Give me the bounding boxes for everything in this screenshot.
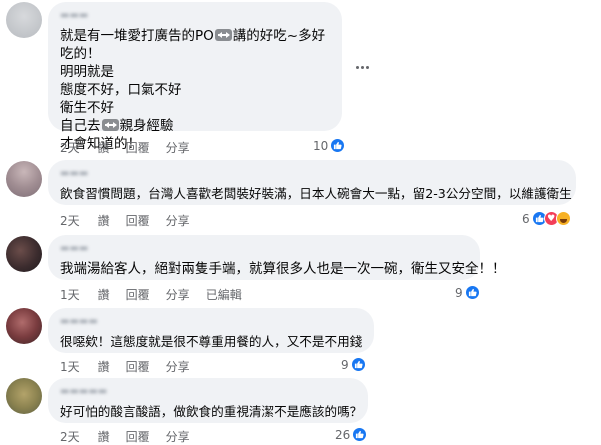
avatar[interactable] [6, 378, 42, 414]
like-reaction-icon [350, 357, 366, 372]
reaction-summary[interactable]: 10 [313, 138, 346, 153]
avatar[interactable] [6, 2, 42, 38]
avatar[interactable] [6, 236, 42, 272]
reply-button[interactable]: 回覆 [126, 358, 150, 375]
comment-text: 很噁欸！這態度就是很不尊重用餐的人，又不是不用錢 [60, 334, 363, 349]
reaction-count: 9 [341, 357, 349, 372]
author-name-blurred[interactable]: ▬▬▬ [60, 10, 330, 24]
author-name-blurred[interactable]: ▬▬▬ [60, 243, 468, 257]
timestamp[interactable]: 2天 [60, 428, 80, 445]
link-icon [101, 119, 119, 131]
reaction-count: 9 [455, 285, 463, 300]
like-button[interactable]: 讚 [98, 139, 110, 156]
reaction-summary[interactable]: 9 [341, 357, 366, 372]
like-reaction-icon [330, 138, 346, 153]
timestamp[interactable]: 1天 [60, 286, 80, 303]
timestamp[interactable]: 1天 [60, 358, 80, 375]
like-button[interactable]: 讚 [98, 358, 110, 375]
comment-text: 飲食習慣問題，台灣人喜歡老闆裝好裝滿，日本人碗會大一點，留2-3公分空間，以維護… [60, 186, 572, 201]
comment-bubble: ▬▬▬▬ 很噁欸！這態度就是很不尊重用餐的人，又不是不用錢 [48, 308, 374, 353]
share-button[interactable]: 分享 [166, 212, 190, 229]
like-button[interactable]: 讚 [98, 212, 110, 229]
reply-button[interactable]: 回覆 [126, 428, 150, 445]
reaction-count: 10 [313, 138, 329, 153]
timestamp[interactable]: 2天 [60, 139, 80, 156]
like-button[interactable]: 讚 [98, 286, 110, 303]
comment-bubble: ▬▬▬ 就是有一堆愛打廣告的PO 講的好吃~多好吃的！ 明明就是 態度不好，口氣不… [48, 2, 342, 152]
comment-text: 就是有一堆愛打廣告的PO 講的好吃~多好吃的！ 明明就是 態度不好，口氣不好 衛生… [60, 28, 326, 152]
comment-actions: 1天 讚 回覆 分享 [60, 358, 206, 375]
comment-text: 我端湯給客人，絕對兩隻手端，就算很多人也是一次一碗，衛生又安全！！ [60, 261, 506, 277]
like-reaction-icon [464, 285, 480, 300]
avatar[interactable] [6, 308, 42, 344]
comment-actions: 1天 讚 回覆 分享 已編輯 [60, 286, 258, 303]
like-button[interactable]: 讚 [98, 428, 110, 445]
share-button[interactable]: 分享 [166, 286, 190, 303]
reaction-summary[interactable]: 9 [455, 285, 480, 300]
edited-label: 已編輯 [205, 288, 242, 302]
timestamp[interactable]: 2天 [60, 212, 80, 229]
author-name-blurred[interactable]: ▬▬▬ [60, 168, 564, 182]
reaction-count: 26 [335, 427, 351, 442]
reaction-count: 6 [522, 211, 530, 226]
reaction-summary[interactable]: 6 ♥ [522, 211, 571, 226]
like-reaction-icon [352, 427, 368, 442]
share-button[interactable]: 分享 [166, 139, 190, 156]
comment-actions: 2天 讚 回覆 分享 [60, 428, 206, 445]
comment-bubble: ▬▬▬ 飲食習慣問題，台灣人喜歡老闆裝好裝滿，日本人碗會大一點，留2-3公分空間… [48, 160, 576, 205]
share-button[interactable]: 分享 [166, 358, 190, 375]
reply-button[interactable]: 回覆 [126, 212, 150, 229]
more-options-icon[interactable] [356, 66, 372, 72]
comment-bubble: ▬▬▬ 我端湯給客人，絕對兩隻手端，就算很多人也是一次一碗，衛生又安全！！ [48, 235, 506, 280]
author-name-blurred[interactable]: ▬▬▬▬ [60, 316, 362, 330]
haha-reaction-icon [555, 211, 571, 226]
reaction-summary[interactable]: 26 [335, 427, 368, 442]
comment-bubble: ▬▬▬▬▬ 好可怕的酸言酸語，做飲食的重視清潔不是應該的嗎？ [48, 378, 368, 423]
reply-button[interactable]: 回覆 [126, 286, 150, 303]
avatar[interactable] [6, 161, 42, 197]
link-icon [214, 29, 232, 41]
author-name-blurred[interactable]: ▬▬▬▬▬ [60, 386, 356, 400]
comment-actions: 2天 讚 回覆 分享 [60, 212, 206, 229]
comment-actions: 2天 讚 回覆 分享 [60, 139, 206, 156]
share-button[interactable]: 分享 [166, 428, 190, 445]
reply-button[interactable]: 回覆 [126, 139, 150, 156]
comment-text: 好可怕的酸言酸語，做飲食的重視清潔不是應該的嗎？ [60, 404, 363, 419]
